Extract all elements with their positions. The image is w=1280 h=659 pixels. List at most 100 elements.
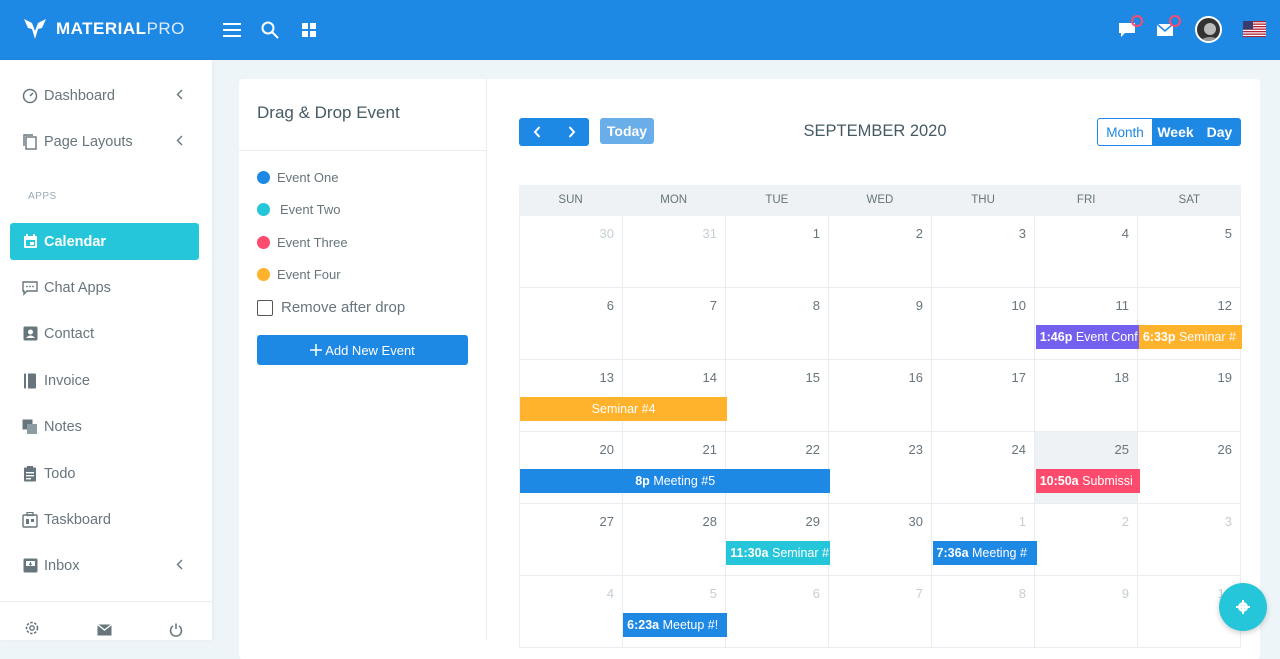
day-cell[interactable]: 6 [520,288,623,360]
day-cell[interactable]: 29 [726,504,829,576]
day-number[interactable]: 27 [600,514,614,529]
remove-after-drop-checkbox[interactable] [257,299,273,316]
day-cell[interactable]: 28 [623,504,726,576]
day-number[interactable]: 23 [909,442,923,457]
add-new-event-button[interactable]: Add New Event [257,335,468,365]
day-number[interactable]: 30 [600,226,614,241]
day-cell[interactable]: 21 [623,432,726,504]
day-cell[interactable]: 6 [726,576,829,648]
day-number[interactable]: 9 [1122,586,1129,601]
calendar-event[interactable]: 11:30a Seminar # [726,541,831,565]
day-number[interactable]: 18 [1115,370,1129,385]
day-cell[interactable]: 30 [520,216,623,288]
day-cell[interactable]: 16 [829,360,932,432]
day-number[interactable]: 31 [703,226,717,241]
day-number[interactable]: 4 [1122,226,1129,241]
calendar-event[interactable]: Seminar #4 [520,397,728,421]
day-cell[interactable]: 30 [829,504,932,576]
day-view-button[interactable]: Day [1198,118,1241,146]
sidebar-item-inbox[interactable]: Inbox [10,547,199,584]
draggable-event[interactable]: Event One [257,170,338,185]
day-cell[interactable]: 1 [726,216,829,288]
day-cell[interactable]: 31 [623,216,726,288]
day-number[interactable]: 13 [600,370,614,385]
message-icon[interactable] [1115,15,1143,42]
grid-icon[interactable] [297,18,321,42]
calendar-event[interactable]: 6:33p Seminar # [1138,325,1242,349]
day-cell[interactable]: 2 [1035,504,1138,576]
calendar-event[interactable]: 6:23a Meetup #! [623,613,728,637]
day-cell[interactable]: 5 [1138,216,1241,288]
day-cell[interactable]: 10 [932,288,1035,360]
day-number[interactable]: 10 [1012,298,1026,313]
day-number[interactable]: 22 [806,442,820,457]
calendar-event[interactable]: 10:50a Submissi [1035,469,1140,493]
day-cell[interactable]: 9 [1035,576,1138,648]
week-view-button[interactable]: Week [1153,118,1198,146]
day-number[interactable]: 28 [703,514,717,529]
draggable-event[interactable]: Event Two [257,202,340,217]
day-cell[interactable]: 8 [726,288,829,360]
day-cell[interactable]: 15 [726,360,829,432]
day-cell[interactable]: 4 [1035,216,1138,288]
day-number[interactable]: 2 [916,226,923,241]
day-number[interactable]: 24 [1012,442,1026,457]
day-number[interactable]: 4 [607,586,614,601]
search-icon[interactable] [258,18,282,42]
day-cell-today[interactable]: 25 [1035,432,1138,504]
day-number[interactable]: 26 [1218,442,1232,457]
day-number[interactable]: 15 [806,370,820,385]
day-number[interactable]: 2 [1122,514,1129,529]
draggable-event[interactable]: Event Three [257,235,348,250]
day-cell[interactable]: 20 [520,432,623,504]
day-number[interactable]: 5 [710,586,717,601]
sidebar-item-invoice[interactable]: Invoice [10,362,199,399]
draggable-event[interactable]: Event Four [257,267,341,282]
brand-logo[interactable]: MATERIALPRO [22,17,185,41]
power-icon[interactable] [168,622,184,638]
day-cell[interactable]: 3 [932,216,1035,288]
sidebar-item-page-layouts[interactable]: Page Layouts [10,123,199,160]
day-number[interactable]: 1 [1019,514,1026,529]
sidebar-item-contact[interactable]: Contact [10,315,199,352]
day-number[interactable]: 1 [813,226,820,241]
day-number[interactable]: 3 [1019,226,1026,241]
day-number[interactable]: 17 [1012,370,1026,385]
day-number[interactable]: 21 [703,442,717,457]
day-cell[interactable]: 12 [1138,288,1241,360]
day-number[interactable]: 6 [607,298,614,313]
day-cell[interactable]: 24 [932,432,1035,504]
day-cell[interactable]: 2 [829,216,932,288]
day-number[interactable]: 12 [1218,298,1232,313]
day-number[interactable]: 6 [813,586,820,601]
day-cell[interactable]: 11 [1035,288,1138,360]
sidebar-item-chat-apps[interactable]: Chat Apps [10,269,199,306]
day-cell[interactable]: 7 [623,288,726,360]
prev-month-button[interactable] [519,118,554,146]
sidebar-item-dashboard[interactable]: Dashboard [10,77,199,114]
settings-fab-button[interactable] [1219,583,1267,631]
day-number[interactable]: 7 [916,586,923,601]
day-cell[interactable]: 13 [520,360,623,432]
sidebar-item-todo[interactable]: Todo [10,455,199,492]
next-month-button[interactable] [554,118,589,146]
day-cell[interactable]: 1 [932,504,1035,576]
menu-icon[interactable] [220,18,244,42]
calendar-event[interactable]: 7:36a Meeting # [932,541,1037,565]
sidebar-item-notes[interactable]: Notes [10,408,199,445]
day-cell[interactable]: 5 [623,576,726,648]
day-cell[interactable]: 8 [932,576,1035,648]
calendar-event[interactable]: 1:46p Event Conf [1035,325,1140,349]
sidebar-item-taskboard[interactable]: Taskboard [10,501,199,538]
day-cell[interactable]: 22 [726,432,829,504]
day-number[interactable]: 14 [703,370,717,385]
day-number[interactable]: 30 [909,514,923,529]
day-cell[interactable]: 9 [829,288,932,360]
footer-mail-icon[interactable] [96,622,112,638]
day-number[interactable]: 11 [1116,298,1130,313]
sidebar-item-calendar[interactable]: Calendar [10,223,199,260]
day-cell[interactable]: 23 [829,432,932,504]
day-number[interactable]: 7 [710,298,717,313]
day-cell[interactable]: 18 [1035,360,1138,432]
day-cell[interactable]: 7 [829,576,932,648]
